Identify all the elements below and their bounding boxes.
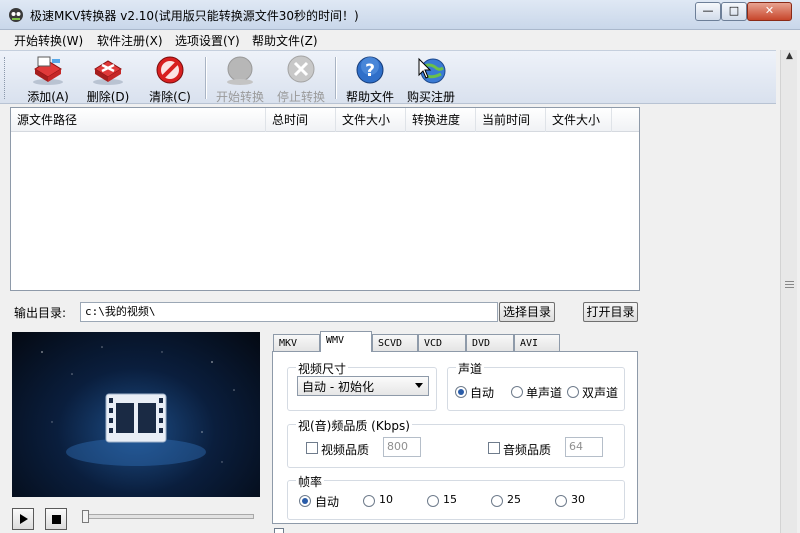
stop-convert-button[interactable]: 停止转换 (273, 55, 329, 104)
fps-auto-label: 自动 (315, 495, 340, 509)
column-total-time[interactable]: 总时间 (266, 108, 336, 132)
menu-start-convert[interactable]: 开始转换(W) (14, 32, 83, 49)
tab-mkv[interactable]: MKV (273, 334, 320, 352)
tab-vcd[interactable]: VCD (418, 334, 466, 352)
fps-30-label: 30 (571, 493, 585, 506)
fps-30-radio[interactable] (555, 495, 567, 507)
fps-25-radio[interactable] (491, 495, 503, 507)
clear-icon (156, 56, 184, 84)
clear-button-label: 清除(C) (149, 90, 191, 104)
menu-options[interactable]: 选项设置(Y) (175, 32, 240, 49)
frame-rate-title: 帧率 (296, 473, 325, 490)
buy-register-icon (418, 57, 446, 84)
channel-auto-radio[interactable] (455, 386, 467, 398)
audio-quality-input[interactable]: 64 (565, 437, 603, 457)
file-list[interactable]: 源文件路径 总时间 文件大小 转换进度 当前时间 文件大小 (10, 107, 640, 291)
output-dir-label: 输出目录: (14, 306, 67, 320)
film-reel-icon (41, 346, 235, 466)
toolbar-separator (205, 57, 207, 99)
open-dir-button[interactable]: 打开目录 (583, 302, 638, 322)
delete-button[interactable]: 删除(D) (80, 55, 136, 104)
audio-quality-checkbox[interactable] (488, 442, 500, 454)
quality-title: 视(音)频品质 (Kbps) (296, 417, 412, 434)
fps-10-radio[interactable] (363, 495, 375, 507)
column-source-path[interactable]: 源文件路径 (11, 108, 266, 132)
tab-dvd[interactable]: DVD (466, 334, 514, 352)
start-convert-icon (227, 56, 253, 85)
start-convert-label: 开始转换 (215, 90, 264, 104)
video-preview (12, 332, 260, 497)
close-button[interactable]: ✕ (747, 2, 792, 21)
channel-mono-label: 单声道 (526, 386, 563, 400)
menu-bar: 开始转换(W) 软件注册(X) 选项设置(Y) 帮助文件(Z) (0, 30, 800, 50)
title-bar: 极速MKV转换器 v2.10(试用版只能转换源文件30秒的时间！) — □ ✕ (0, 0, 800, 30)
column-progress[interactable]: 转换进度 (406, 108, 476, 132)
buy-register-label: 购买注册 (406, 90, 455, 104)
stop-convert-icon (287, 55, 315, 83)
file-list-header: 源文件路径 总时间 文件大小 转换进度 当前时间 文件大小 (11, 108, 639, 132)
column-file-size[interactable]: 文件大小 (336, 108, 406, 132)
toolbar: 添加(A) 删除(D) 清除(C) 开始转换 停止转换 ? 帮助文件 购买注册 (0, 50, 776, 104)
scroll-up-arrow-icon[interactable]: ▲ (783, 51, 796, 64)
stop-convert-label: 停止转换 (276, 90, 325, 104)
delete-icon (93, 60, 123, 85)
window-title: 极速MKV转换器 v2.10(试用版只能转换源文件30秒的时间！) (30, 9, 359, 23)
add-button[interactable]: 添加(A) (20, 55, 76, 104)
tab-wmv[interactable]: WMV (320, 331, 372, 352)
vertical-scrollbar[interactable]: ▲ (780, 50, 797, 533)
channel-stereo-label: 双声道 (582, 386, 619, 400)
toolbar-grip (4, 57, 7, 99)
clear-button[interactable]: 清除(C) (142, 55, 198, 104)
help-button[interactable]: ? 帮助文件 (342, 55, 398, 104)
tab-panel-wmv: 视频尺寸 自动 - 初始化 声道 自动 单声道 双声道 视(音)频品质 (Kbp… (272, 351, 638, 524)
buy-register-button[interactable]: 购买注册 (403, 55, 459, 104)
fps-25-label: 25 (507, 493, 521, 506)
audio-channel-title: 声道 (456, 360, 485, 377)
fps-15-label: 15 (443, 493, 457, 506)
delete-button-label: 删除(D) (86, 90, 130, 104)
audio-quality-label: 音频品质 (503, 443, 552, 457)
play-icon (20, 514, 28, 524)
output-dir-input[interactable]: c:\我的视频\ (80, 302, 498, 322)
menu-help[interactable]: 帮助文件(Z) (252, 32, 318, 49)
minimize-button[interactable]: — (695, 2, 721, 21)
chevron-down-icon (415, 383, 423, 388)
stop-button[interactable] (45, 508, 67, 530)
menu-register[interactable]: 软件注册(X) (97, 32, 163, 49)
video-quality-label: 视频品质 (321, 443, 370, 457)
svg-text:?: ? (365, 61, 375, 81)
app-icon (9, 8, 23, 22)
choose-dir-button[interactable]: 选择目录 (499, 302, 555, 322)
maximize-button[interactable]: □ (721, 2, 747, 21)
fps-auto-radio[interactable] (299, 495, 311, 507)
toolbar-separator (335, 57, 337, 99)
channel-stereo-radio[interactable] (567, 386, 579, 398)
add-files-icon (33, 56, 63, 85)
video-size-value: 自动 - 初始化 (302, 380, 374, 394)
fps-10-label: 10 (379, 493, 393, 506)
channel-mono-radio[interactable] (511, 386, 523, 398)
help-icon: ? (356, 56, 384, 84)
video-quality-input[interactable]: 800 (383, 437, 421, 457)
partial-checkbox[interactable] (274, 528, 284, 533)
stop-icon (52, 515, 61, 524)
video-size-title: 视频尺寸 (296, 360, 349, 377)
scroll-thumb[interactable] (783, 278, 796, 290)
add-button-label: 添加(A) (27, 90, 69, 104)
tab-avi[interactable]: AVI (514, 334, 560, 352)
play-button[interactable] (12, 508, 34, 530)
help-button-label: 帮助文件 (345, 90, 394, 104)
tab-scvd[interactable]: SCVD (372, 334, 418, 352)
seek-thumb[interactable] (82, 510, 89, 523)
column-current-time[interactable]: 当前时间 (476, 108, 546, 132)
channel-auto-label: 自动 (470, 386, 495, 400)
seek-bar[interactable] (82, 514, 254, 519)
start-convert-button[interactable]: 开始转换 (212, 55, 268, 104)
column-output-size[interactable]: 文件大小 (546, 108, 612, 132)
fps-15-radio[interactable] (427, 495, 439, 507)
video-quality-checkbox[interactable] (306, 442, 318, 454)
video-size-select[interactable]: 自动 - 初始化 (297, 376, 429, 396)
